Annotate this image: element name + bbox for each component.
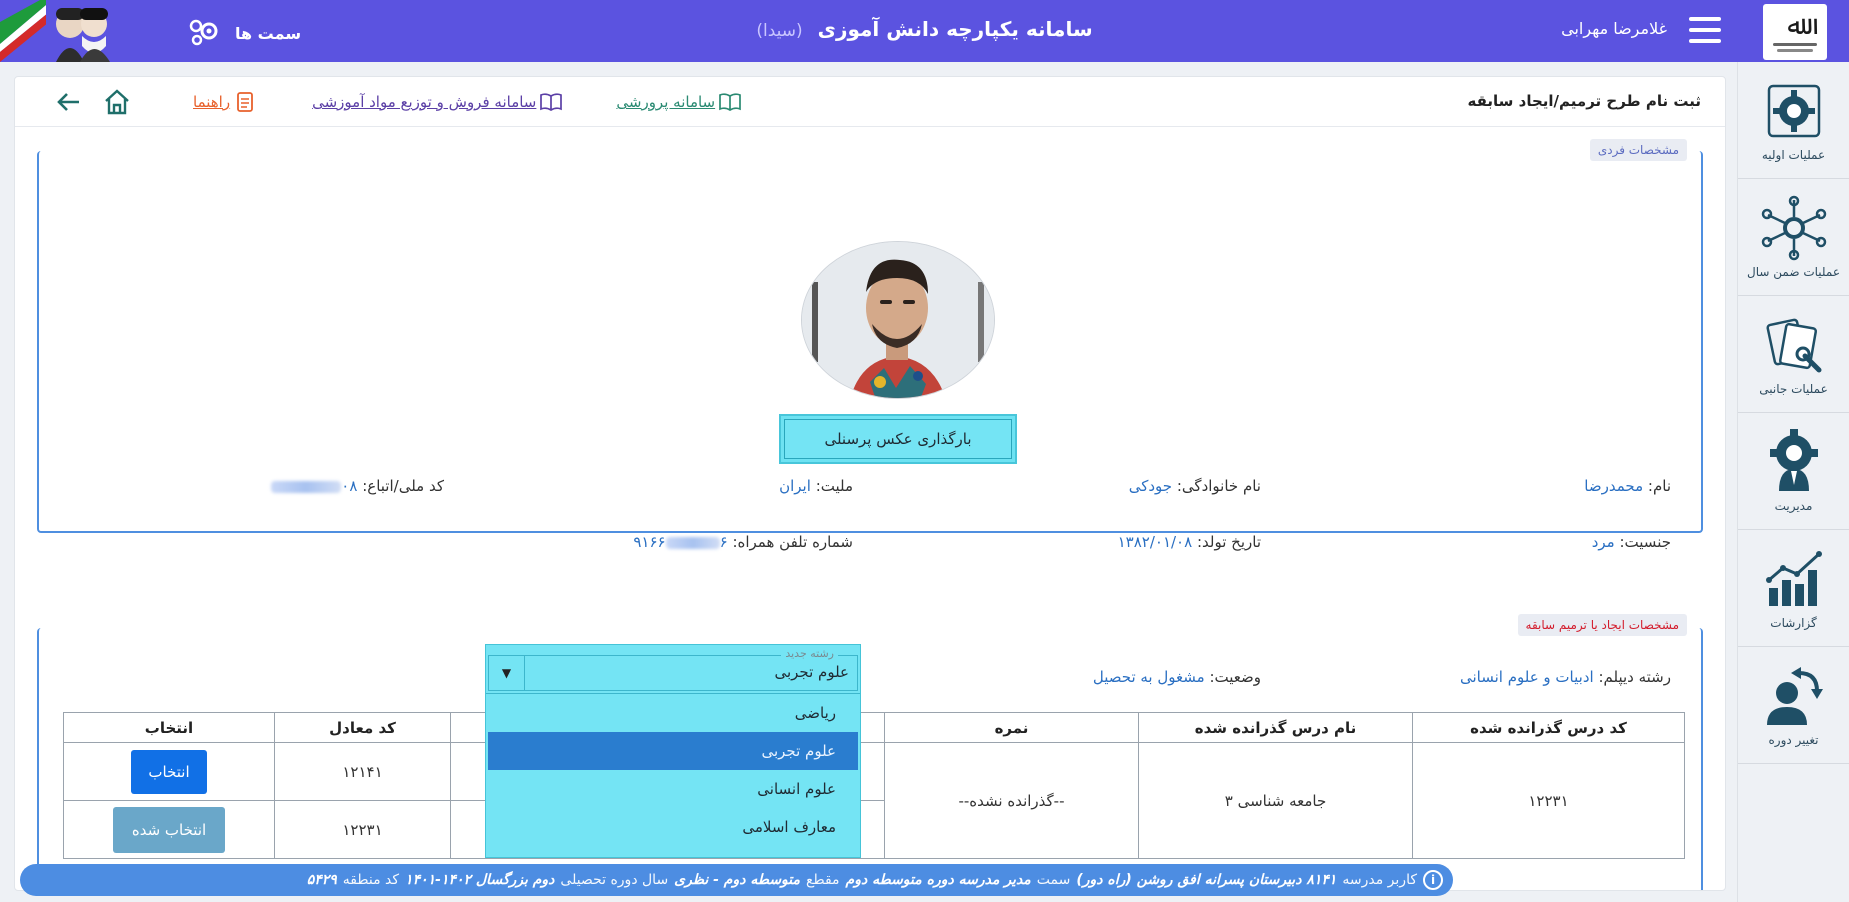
- guide-link[interactable]: راهنما: [193, 92, 256, 112]
- cards-wrench-icon: [1765, 318, 1821, 373]
- redacted-value: [271, 480, 342, 493]
- app-subtitle: (سیدا): [756, 21, 803, 41]
- sidebar: عملیات اولیه عملیات ضمن سال عملیات جانبی…: [1737, 62, 1849, 902]
- sidebar-item-reports[interactable]: گزارشات: [1738, 530, 1849, 647]
- book-icon: [540, 93, 563, 111]
- col-passed-name: نام درس گذرانده شده: [1138, 712, 1413, 743]
- sales-system-link[interactable]: سامانه فروش و توزیع مواد آموزشی: [312, 92, 563, 112]
- equiv-code-cell: ۱۲۲۳۱: [274, 800, 451, 859]
- status-region: ۵۴۲۹: [306, 872, 337, 888]
- header-links: راهنما سامانه فروش و توزیع مواد آموزشی س…: [51, 87, 741, 117]
- status-region-label: کد منطقه: [342, 872, 400, 888]
- bar-chart-icon: [1765, 551, 1822, 606]
- option-humanities[interactable]: علوم انسانی: [488, 770, 858, 808]
- select-button[interactable]: انتخاب: [131, 749, 207, 794]
- network-hub-icon: [1761, 195, 1826, 261]
- main-panel: ثبت نام طرح ترمیم/ایجاد سابقه راهنما سام…: [14, 76, 1726, 891]
- passed-code-cell: ۱۲۲۳۱: [1412, 742, 1685, 859]
- user-switch-icon: [1766, 667, 1823, 725]
- grade-cell: --گذرانده نشده--: [884, 742, 1139, 859]
- phone-field: شماره تلفن همراه: ۶۹۱۶۶: [633, 533, 853, 551]
- manager-gear-icon: [1769, 429, 1818, 491]
- document-icon: [237, 92, 253, 112]
- col-passed-code: کد درس گذرانده شده: [1412, 712, 1685, 743]
- personal-info-legend: مشخصات فردی: [1589, 139, 1687, 161]
- gears-icon: [189, 19, 218, 46]
- chevron-down-icon[interactable]: ▼: [489, 656, 525, 690]
- roles-button[interactable]: سمت ها: [185, 18, 301, 48]
- status-role-label: سمت: [1036, 872, 1071, 888]
- gender-field: جنسیت: مرد: [1591, 533, 1671, 551]
- option-islamic[interactable]: معارف اسلامی: [488, 808, 858, 846]
- home-icon[interactable]: [99, 87, 135, 117]
- back-arrow-icon[interactable]: [51, 87, 87, 117]
- dropdown-options: ریاضی علوم تجربی علوم انسانی معارف اسلام…: [486, 693, 860, 846]
- status-school: ۸۱۴۱ دبیرستان پسرانه افق روشن (راه دور): [1076, 872, 1337, 888]
- new-field-value: علوم تجربی: [774, 663, 849, 681]
- status-bar: i کاربر مدرسه ۸۱۴۱ دبیرستان پسرانه افق ر…: [20, 864, 1453, 896]
- courses-table: کد درس گذرانده شده نام درس گذرانده شده ن…: [63, 712, 1685, 859]
- select-cell: انتخاب شده: [63, 800, 275, 859]
- status-user-label: کاربر مدرسه: [1342, 872, 1417, 888]
- birth-date-field: تاریخ تولد: ۱۳۸۲/۰۱/۰۸: [1117, 533, 1261, 551]
- passed-name-cell: جامعه شناسی ۳: [1138, 742, 1413, 859]
- sidebar-item-side-ops[interactable]: عملیات جانبی: [1738, 296, 1849, 413]
- sidebar-item-management[interactable]: مدیریت: [1738, 413, 1849, 530]
- nationality-field: ملیت: ایران: [779, 477, 853, 495]
- equiv-code-cell: ۱۲۱۴۱: [274, 742, 451, 801]
- status-field: وضعیت: مشغول به تحصیل: [1092, 668, 1261, 686]
- top-bar: ﷲ غلامرضا مهرابی سامانه یکپارچه دانش آمو…: [0, 0, 1849, 62]
- book-icon: [719, 93, 741, 111]
- page-title: ثبت نام طرح ترمیم/ایجاد سابقه: [1467, 92, 1702, 110]
- option-math[interactable]: ریاضی: [488, 694, 858, 732]
- col-select: انتخاب: [63, 712, 275, 743]
- first-name-field: نام: محمدرضا: [1584, 477, 1671, 495]
- select-cell: انتخاب: [63, 742, 275, 801]
- col-grade: نمره: [884, 712, 1139, 743]
- gear-cycle-icon: [1767, 84, 1820, 138]
- new-field-select[interactable]: علوم تجربی ▼: [488, 655, 858, 691]
- leaders-portrait-image: [0, 0, 112, 62]
- status-year: دوم بزرگسال ۱۴۰۲-۱۴۰۱: [405, 872, 555, 888]
- new-field-dropdown[interactable]: علوم تجربی ▼ رشته جدید ریاضی علوم تجربی …: [485, 644, 861, 858]
- status-level: متوسطه دوم - نظری: [674, 872, 801, 888]
- info-icon[interactable]: i: [1423, 870, 1443, 890]
- table-row: ۱۲۲۳۱ جامعه شناسی ۳ --گذرانده نشده-- ۱۲۱…: [63, 742, 1685, 859]
- status-level-label: مقطع: [806, 872, 840, 888]
- record-legend: مشخصات ایجاد یا ترمیم سابقه: [1517, 614, 1687, 636]
- table-header-row: کد درس گذرانده شده نام درس گذرانده شده ن…: [63, 712, 1685, 743]
- roles-label: سمت ها: [235, 23, 302, 43]
- student-photo: [801, 241, 995, 399]
- diploma-field: رشته دیپلم: ادبیات و علوم انسانی: [1459, 668, 1671, 686]
- personal-info-section: مشخصات فردی بارگذاری عکس پرسنلی نام: محم…: [37, 139, 1703, 551]
- new-field-label: رشته جدید: [781, 647, 838, 660]
- sidebar-item-inyear-ops[interactable]: عملیات ضمن سال: [1738, 179, 1849, 296]
- upload-photo-button[interactable]: بارگذاری عکس پرسنلی: [779, 414, 1017, 464]
- status-year-label: سال دوره تحصیلی: [560, 872, 669, 888]
- status-role: مدیر مدرسه دوره متوسطه دوم: [845, 872, 1031, 888]
- sidebar-item-change-period[interactable]: تغییر دوره: [1738, 647, 1849, 764]
- sidebar-item-initial-ops[interactable]: عملیات اولیه: [1738, 62, 1849, 179]
- selected-button[interactable]: انتخاب شده: [113, 806, 225, 853]
- last-name-field: نام خانوادگی: جودکی: [1128, 477, 1261, 495]
- col-equiv-code: کد معادل: [274, 712, 451, 743]
- edu-system-link[interactable]: سامانه پرورشی: [616, 92, 741, 112]
- national-id-field: کد ملی/اتباع: ۰۸: [271, 477, 444, 495]
- page-header: ثبت نام طرح ترمیم/ایجاد سابقه راهنما سام…: [15, 77, 1725, 127]
- option-science[interactable]: علوم تجربی: [488, 732, 858, 770]
- redacted-value: [665, 536, 720, 549]
